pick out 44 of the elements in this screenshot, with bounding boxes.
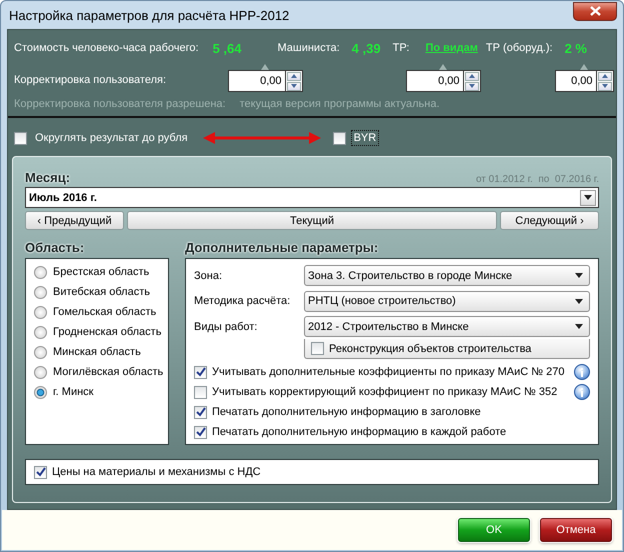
params-heading: Дополнительные параметры: [185,240,380,255]
month-combobox[interactable]: Июль 2016 г. [25,187,599,208]
rate-label: Стоимость человеко-часа рабочего: [14,42,199,54]
status-note: текущая версия программы актуальна. [240,98,440,110]
previous-button[interactable]: ‹ Предыдущий [25,211,124,230]
current-button[interactable]: Текущий [127,211,497,230]
option-label: Реконструкция объектов строительства [329,342,532,355]
number-field[interactable]: 0,00 [406,70,464,92]
status-note: Корректировка пользователя разрешена: [14,98,226,110]
rate-label: ТР: [392,42,410,54]
option-label: Округлять результат до рубля [34,131,189,146]
option-label: BYR [350,130,380,146]
region-label: г. Минск [53,386,94,398]
option-label: Печатать дополнительную информацию в каждой работе [212,426,506,438]
region-heading: Область: [25,240,86,255]
number-field[interactable]: 0,00 [554,70,596,92]
select-label: Виды работ: [194,320,258,333]
option-label: Печатать дополнительную информацию в заголовке [212,406,481,418]
rate-value: 4 ,39 [352,40,381,56]
region-label: Могилёвская область [53,366,164,378]
option-label: Цены на материалы и механизмы с НДС [52,466,261,478]
option-label: Учитывать корректирующий коэффициент по приказу МАиС № 352 [212,386,558,398]
number-field[interactable]: 0,00 [228,70,286,92]
region-label: Минская область [53,346,141,358]
select-dropdown[interactable]: РНТЦ (новое строительство) [304,290,590,312]
month-heading: Месяц: [25,170,70,185]
next-button[interactable]: Следующий › [500,211,599,230]
region-label: Брестская область [53,266,150,278]
rate-value: 2 % [564,40,587,56]
rate-label: ТР (оборуд.): [486,42,553,54]
region-label: Гомельская область [53,306,156,318]
select-label: Зона: [194,270,224,282]
rate-label: Машиниста: [277,42,340,54]
region-label: Витебская область [53,286,150,298]
cancel-button[interactable]: Отмена [540,518,612,542]
select-dropdown[interactable]: Зона 3. Строительство в городе Минске [304,265,590,286]
rate-value: 5 ,64 [212,40,242,56]
correction-label: Корректировка пользователя: [14,74,168,86]
select-dropdown[interactable]: 2012 - Строительство в Минске [304,316,590,338]
select-label: Методика расчёта: [194,295,292,308]
region-label: Гродненская область [53,326,162,338]
option-label: Учитывать дополнительные коэффициенты по приказу МАиС № 270 [212,366,564,378]
date-range: от 01.2012 г. по 07.2016 г. [476,174,599,185]
window-title: Настройка параметров для расчёта НРР-2012 [9,8,290,22]
